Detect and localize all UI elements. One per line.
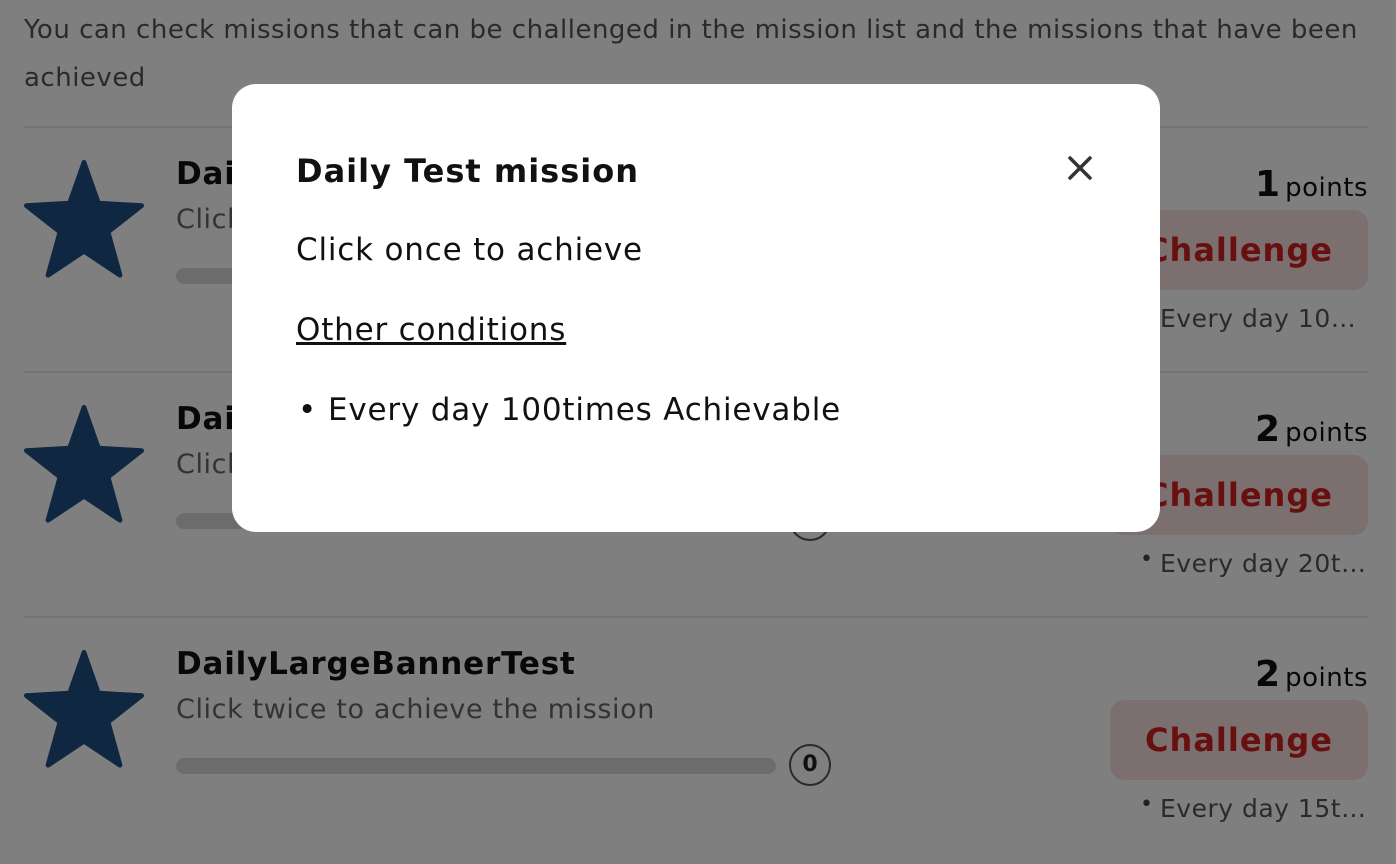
other-conditions-link[interactable]: Other conditions <box>296 312 566 348</box>
close-icon[interactable] <box>1060 148 1100 188</box>
modal-conditions-list: Every day 100times Achievable <box>296 392 841 428</box>
modal-backdrop[interactable]: Daily Test mission Click once to achieve… <box>0 0 1396 864</box>
modal-condition-item: Every day 100times Achievable <box>296 392 841 428</box>
modal-title: Daily Test mission <box>296 152 639 190</box>
modal-description: Click once to achieve <box>296 232 643 268</box>
mission-detail-modal: Daily Test mission Click once to achieve… <box>232 84 1160 532</box>
